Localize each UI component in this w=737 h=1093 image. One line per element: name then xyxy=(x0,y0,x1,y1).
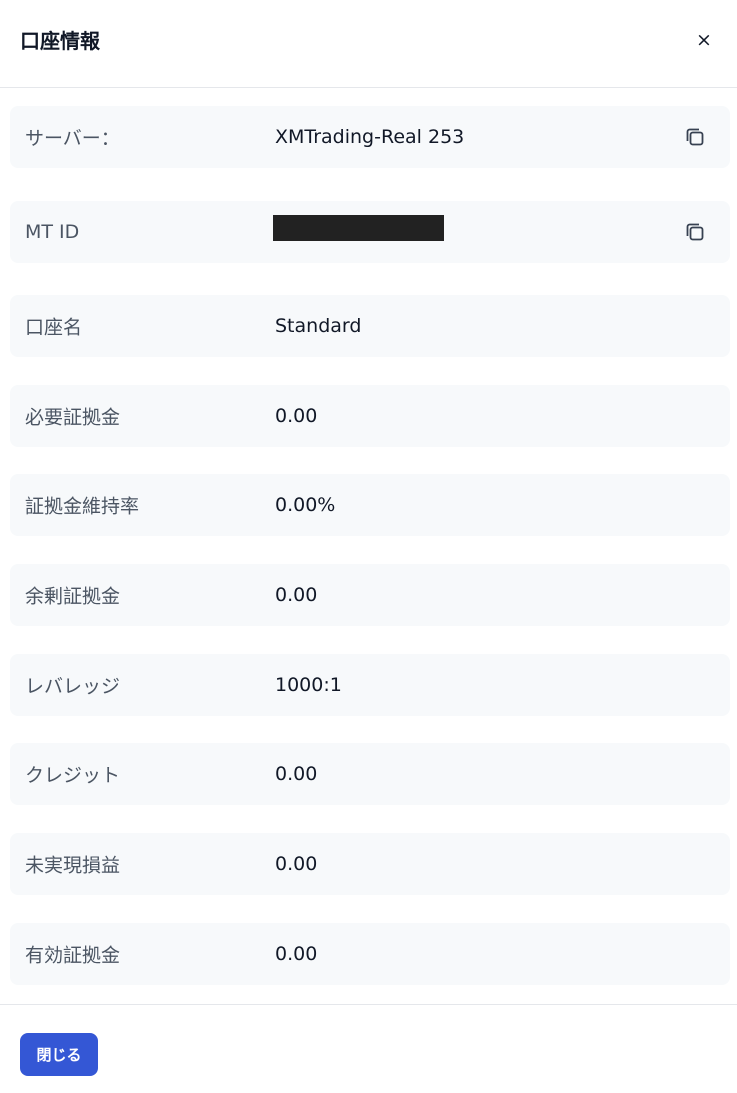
info-label: MT ID xyxy=(25,221,80,243)
dialog-title: 口座情報 xyxy=(20,29,100,53)
info-value: Standard xyxy=(275,315,362,337)
info-label: クレジット xyxy=(25,764,121,787)
info-row-mt-id: MT ID xyxy=(10,201,730,263)
info-label: 口座名 xyxy=(25,316,83,339)
dialog-footer: 閉じる xyxy=(0,1004,737,1093)
close-icon[interactable]: × xyxy=(692,28,716,52)
info-value: XMTrading-Real 253 xyxy=(275,126,465,148)
copy-icon[interactable] xyxy=(682,219,708,245)
info-value: 0.00 xyxy=(275,763,318,785)
info-row-required-margin: 必要証拠金 0.00 xyxy=(10,385,730,447)
info-row-margin-level: 証拠金維持率 0.00% xyxy=(10,474,730,536)
copy-icon[interactable] xyxy=(682,124,708,150)
info-value: 1000:1 xyxy=(275,674,342,696)
info-row-leverage: レバレッジ 1000:1 xyxy=(10,654,730,716)
redacted-value xyxy=(273,215,444,241)
info-label: レバレッジ xyxy=(25,675,121,698)
info-row-free-margin: 余剰証拠金 0.00 xyxy=(10,564,730,626)
info-value: 0.00% xyxy=(275,494,336,516)
info-label: サーバー： xyxy=(25,127,120,150)
info-label: 必要証拠金 xyxy=(25,406,121,429)
info-row-unrealized-pl: 未実現損益 0.00 xyxy=(10,833,730,895)
close-button[interactable]: 閉じる xyxy=(20,1033,98,1076)
info-row-account-name: 口座名 Standard xyxy=(10,295,730,357)
info-label: 証拠金維持率 xyxy=(25,495,140,518)
info-row-equity: 有効証拠金 0.00 xyxy=(10,923,730,985)
info-label: 余剰証拠金 xyxy=(25,585,121,608)
account-info-dialog: 口座情報 × サーバー： XMTrading-Real 253 MT ID 口座… xyxy=(0,0,737,1093)
info-row-server: サーバー： XMTrading-Real 253 xyxy=(10,106,730,168)
info-value: 0.00 xyxy=(275,943,318,965)
dialog-header: 口座情報 × xyxy=(0,0,737,88)
info-row-credit: クレジット 0.00 xyxy=(10,743,730,805)
info-label: 未実現損益 xyxy=(25,854,121,877)
info-value: 0.00 xyxy=(275,584,318,606)
info-value: 0.00 xyxy=(275,405,318,427)
info-value: 0.00 xyxy=(275,853,318,875)
info-label: 有効証拠金 xyxy=(25,944,121,967)
